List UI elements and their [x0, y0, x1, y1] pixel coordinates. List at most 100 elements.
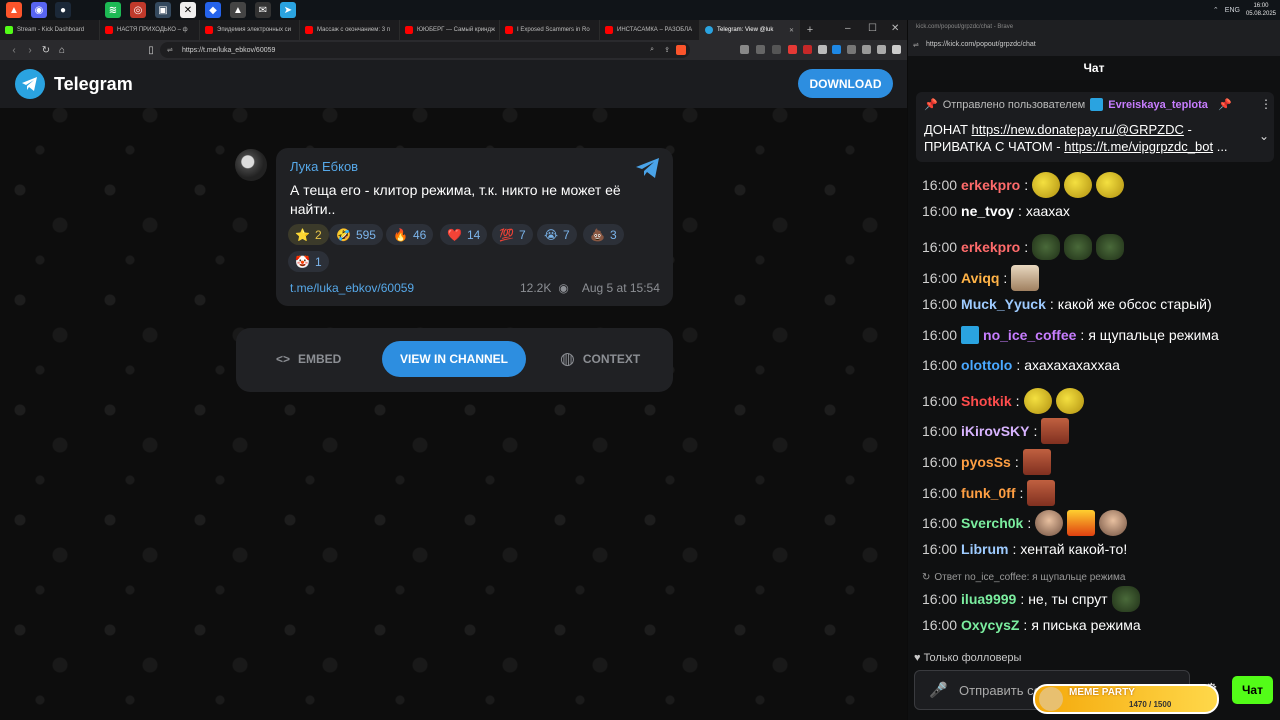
reaction-star[interactable]: ⭐ 2	[288, 224, 329, 245]
extension-icon[interactable]	[772, 45, 781, 54]
emote-icon[interactable]	[1022, 449, 1051, 475]
site-info-icon[interactable]: ⇌	[167, 46, 173, 54]
reaction-fire[interactable]: 🔥 46	[386, 224, 434, 245]
telegram-logo-icon[interactable]	[15, 69, 45, 99]
spotify-icon[interactable]: ≋	[105, 2, 121, 18]
emote-icon[interactable]	[1099, 510, 1128, 536]
brave-icon[interactable]: ▲	[6, 2, 22, 18]
message-username[interactable]: ne_tvoy	[961, 203, 1014, 219]
extension-icon[interactable]	[862, 45, 871, 54]
emote-icon[interactable]	[1055, 388, 1084, 414]
unpin-icon[interactable]: 📌	[1218, 98, 1232, 111]
expand-chevron-icon[interactable]: ⌄	[1259, 129, 1269, 143]
close-tab-icon[interactable]: ✕	[789, 27, 794, 34]
message-username[interactable]: Muck_Yyuck	[961, 296, 1046, 312]
menu-icon[interactable]	[892, 45, 901, 54]
post-author[interactable]: Лука Ебков	[290, 159, 358, 174]
message-username[interactable]: OxycysZ	[961, 617, 1019, 633]
bookmark-icon[interactable]: ▯	[143, 45, 159, 56]
telegram-taskbar-icon[interactable]: ➤	[280, 2, 296, 18]
browser-tab[interactable]: ИНСТАСАМКА – РАЗОБЛА	[600, 20, 700, 40]
message-username[interactable]: pyosSs	[961, 454, 1011, 470]
extension-icon[interactable]	[756, 45, 765, 54]
reaction-poop[interactable]: 💩 3	[583, 224, 624, 245]
browser-tab[interactable]: ЮЮБЕРГ — Самый криндж	[400, 20, 500, 40]
telegram-brand[interactable]: Telegram	[54, 74, 133, 95]
send-chat-button[interactable]: Чат	[1232, 676, 1273, 704]
reaction-laugh[interactable]: 🤣 595	[329, 224, 383, 245]
more-options-icon[interactable]: ⋮	[1260, 97, 1272, 111]
extension-icon[interactable]	[803, 45, 812, 54]
message-username[interactable]: funk_0ff	[961, 485, 1015, 501]
app-icon[interactable]: ▲	[230, 2, 246, 18]
embed-button[interactable]: <> EMBED	[276, 341, 341, 377]
message-username[interactable]: Librum	[961, 541, 1008, 557]
emote-icon[interactable]	[1035, 510, 1064, 536]
message-username[interactable]: olottolo	[961, 357, 1012, 373]
pinned-link[interactable]: https://new.donatepay.ru/@GRPZDC	[972, 122, 1184, 137]
message-username[interactable]: erkekpro	[961, 239, 1020, 255]
message-username[interactable]: Shotkik	[961, 393, 1012, 409]
reaction-clown[interactable]: 🤡 1	[288, 251, 329, 272]
minimize-icon[interactable]: –	[845, 23, 851, 34]
maximize-icon[interactable]: ☐	[868, 23, 877, 34]
tray-chevron-icon[interactable]: ⌃	[1213, 6, 1219, 14]
extension-icon[interactable]	[832, 45, 841, 54]
site-info-icon[interactable]: ⇌	[913, 41, 919, 49]
brave-shield-icon[interactable]	[676, 45, 686, 55]
emote-icon[interactable]	[1064, 234, 1093, 260]
browser-tab[interactable]: Stream - Kick Dashboard	[0, 20, 100, 40]
extension-icon[interactable]	[877, 45, 886, 54]
emote-icon[interactable]	[1067, 510, 1096, 536]
reaction-cry[interactable]: 😭 7	[537, 224, 577, 245]
emote-icon[interactable]	[1096, 234, 1125, 260]
share-icon[interactable]: ⇪	[664, 46, 670, 54]
search-icon[interactable]: ⌕	[650, 46, 654, 54]
clock[interactable]: 16:00 05.08.2025	[1246, 2, 1276, 18]
emote-icon[interactable]	[1111, 586, 1140, 612]
back-icon[interactable]: ‹	[6, 45, 22, 56]
forward-icon[interactable]: ›	[22, 45, 38, 56]
message-username[interactable]: no_ice_coffee	[983, 327, 1076, 343]
app-icon[interactable]: ◆	[205, 2, 221, 18]
reload-icon[interactable]: ↻	[38, 45, 54, 56]
reaction-hundred[interactable]: 💯 7	[492, 224, 533, 245]
app-icon[interactable]: ✉	[255, 2, 271, 18]
app-icon[interactable]: ✕	[180, 2, 196, 18]
emote-icon[interactable]	[1032, 172, 1061, 198]
address-bar[interactable]: ⇌ https://t.me/luka_ebkov/60059 ⌕ ⇪	[160, 42, 690, 58]
steam-icon[interactable]: ●	[55, 2, 71, 18]
tray-lang[interactable]: ENG	[1225, 7, 1240, 14]
emote-icon[interactable]	[1032, 234, 1061, 260]
new-tab-icon[interactable]: +	[800, 24, 820, 36]
reaction-heart[interactable]: ❤️ 14	[440, 224, 488, 245]
discord-icon[interactable]: ◉	[31, 2, 47, 18]
emote-icon[interactable]	[1023, 388, 1052, 414]
message-username[interactable]: erkekpro	[961, 177, 1020, 193]
channel-avatar[interactable]	[235, 149, 267, 181]
close-window-icon[interactable]: ✕	[891, 23, 899, 34]
emote-icon[interactable]	[1027, 480, 1056, 506]
message-username[interactable]: ilua9999	[961, 591, 1016, 607]
emote-icon[interactable]	[1096, 172, 1125, 198]
microphone-icon[interactable]: 🎤	[929, 681, 948, 699]
app-icon[interactable]: ◎	[130, 2, 146, 18]
app-icon[interactable]: ▣	[155, 2, 171, 18]
browser-tab[interactable]: I Exposed Scammers in Ro	[500, 20, 600, 40]
pinned-link[interactable]: https://t.me/vipgrpzdc_bot	[1064, 139, 1213, 154]
browser-tab-active[interactable]: Telegram: View @luk ✕	[700, 20, 800, 40]
home-icon[interactable]: ⌂	[54, 45, 70, 56]
emote-icon[interactable]	[1064, 172, 1093, 198]
browser-tab[interactable]: Массаж с окончанием: 3 п	[300, 20, 400, 40]
post-link[interactable]: t.me/luka_ebkov/60059	[290, 281, 414, 295]
message-username[interactable]: iKirovSKY	[961, 423, 1029, 439]
message-username[interactable]: Sverch0k	[961, 515, 1023, 531]
extension-icon[interactable]	[788, 45, 797, 54]
pinned-by-user[interactable]: Evreiskaya_teplota	[1108, 99, 1208, 111]
extension-icon[interactable]	[740, 45, 749, 54]
emote-icon[interactable]	[1011, 265, 1040, 291]
browser-tab[interactable]: НАСТЯ ПРИХОДЬКО – ф	[100, 20, 200, 40]
kick-address-bar[interactable]: ⇌ https://kick.com/popout/grpzdc/chat	[908, 38, 1280, 56]
context-button[interactable]: ◍ CONTEXT	[560, 341, 640, 377]
extension-icon[interactable]	[847, 45, 856, 54]
